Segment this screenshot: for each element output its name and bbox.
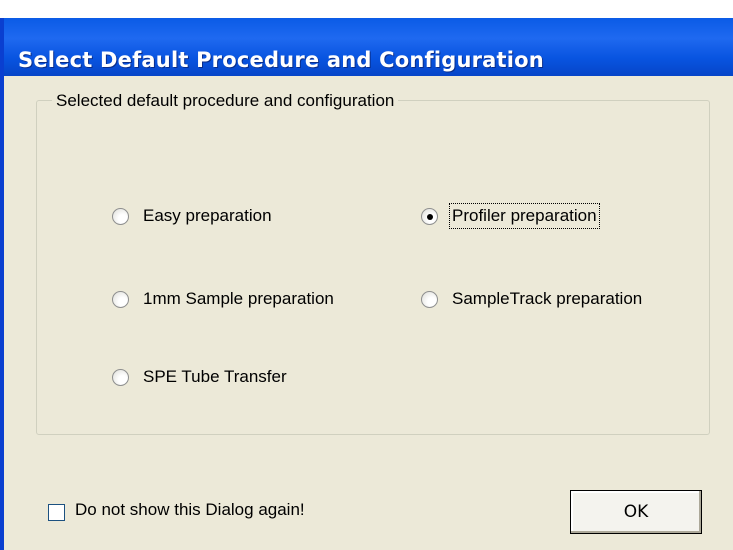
radio-option-spe-tube-transfer[interactable]: SPE Tube Transfer xyxy=(112,367,287,387)
radio-option-sampletrack-preparation[interactable]: SampleTrack preparation xyxy=(421,289,642,309)
ok-button[interactable]: OK xyxy=(570,490,702,534)
radio-option-1mm-sample-preparation[interactable]: 1mm Sample preparation xyxy=(112,289,334,309)
radio-button[interactable] xyxy=(112,207,129,225)
radio-label: 1mm Sample preparation xyxy=(143,289,334,308)
groupbox-label: Selected default procedure and configura… xyxy=(52,91,399,111)
radio-button-selected[interactable] xyxy=(421,207,438,225)
dont-show-again-label[interactable]: Do not show this Dialog again! xyxy=(75,500,305,520)
background-strip xyxy=(0,0,733,18)
radio-option-easy-preparation[interactable]: Easy preparation xyxy=(112,206,272,226)
radio-button[interactable] xyxy=(112,368,129,386)
dont-show-again-checkbox[interactable] xyxy=(48,504,65,521)
window-title: Select Default Procedure and Configurati… xyxy=(18,48,544,72)
radio-label: Easy preparation xyxy=(143,206,272,225)
radio-button[interactable] xyxy=(421,290,438,308)
radio-label: Profiler preparation xyxy=(449,203,600,229)
radio-label: SampleTrack preparation xyxy=(452,289,643,308)
radio-option-profiler-preparation[interactable]: Profiler preparation xyxy=(421,203,600,229)
title-bar[interactable]: Select Default Procedure and Configurati… xyxy=(0,18,733,76)
radio-label: SPE Tube Transfer xyxy=(143,367,287,386)
radio-button[interactable] xyxy=(112,290,129,308)
